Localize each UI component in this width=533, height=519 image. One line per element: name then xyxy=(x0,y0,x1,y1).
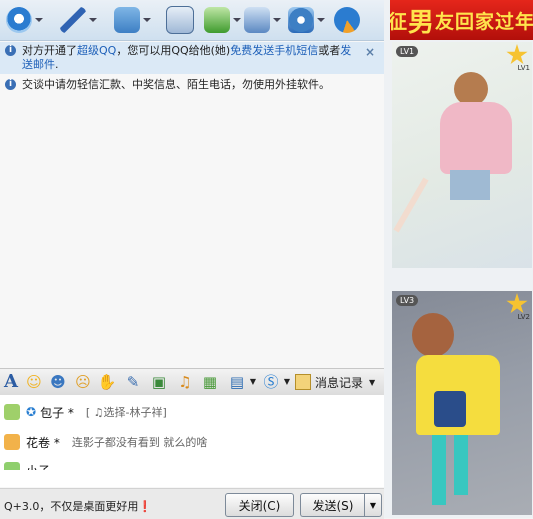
folder-icon xyxy=(114,7,140,33)
message-input[interactable]: ✪ 包子 * [ ♫选择-林子祥] 花卷 * 连影子都没有看到 就么的啥 小子 xyxy=(0,395,384,487)
avatar xyxy=(4,462,20,470)
qplus-tip[interactable]: Q+3.0，不仅是桌面更好用❗ xyxy=(4,498,152,514)
person-figure xyxy=(440,102,512,174)
contact-status: [ ♫选择-林子祥] xyxy=(85,406,167,419)
chevron-down-icon xyxy=(89,18,97,22)
super-qq-link[interactable]: 超级QQ xyxy=(77,44,116,57)
ad-banner[interactable]: 征男友回家过年 xyxy=(390,0,533,40)
chevron-down-icon xyxy=(317,18,325,22)
gift-icon[interactable]: ▦ xyxy=(201,373,219,391)
info-icon: i xyxy=(5,79,16,90)
image-icon[interactable]: ▣ xyxy=(150,373,168,391)
free-sms-link[interactable]: 免费发送手机短信 xyxy=(230,44,318,57)
level-badge: LV3 xyxy=(396,295,419,306)
chat-window: i 对方开通了超级QQ，您可以用QQ给他(她)免费发送手机短信或者发送邮件. ×… xyxy=(0,0,384,519)
video-call-button[interactable] xyxy=(6,6,50,34)
notice-text-e: 或者 xyxy=(318,44,341,57)
contact-info-button[interactable] xyxy=(244,6,288,34)
banner-text-big: 男 xyxy=(408,7,436,38)
level-label: LV2 xyxy=(517,313,530,321)
screenshot-icon[interactable]: ✎ xyxy=(124,373,142,391)
contact-name: 包子 * xyxy=(40,405,74,420)
avatar xyxy=(4,434,20,450)
font-icon[interactable]: A xyxy=(2,371,20,392)
avatar xyxy=(4,404,20,420)
list-item[interactable]: 花卷 * 连影子都没有看到 就么的啥 xyxy=(0,431,225,453)
music-icon[interactable]: ♫ xyxy=(176,373,194,391)
contact-status: 连影子都没有看到 就么的啥 xyxy=(71,436,208,449)
safety-notice: i 交谈中请勿轻信汇款、中奖信息、陌生电话，勿使用外挂软件。 xyxy=(0,76,384,96)
chevron-down-icon xyxy=(143,18,151,22)
ad-photo-2[interactable]: LV3 LV2 xyxy=(392,291,532,515)
magic-emoji-icon[interactable]: ☻ xyxy=(49,373,67,391)
ad-photo-1[interactable]: LV1 LV1 xyxy=(392,42,532,268)
send-file-button[interactable] xyxy=(114,6,158,34)
chevron-down-icon xyxy=(233,18,241,22)
info-icon: i xyxy=(5,45,16,56)
shake-icon[interactable]: ☹ xyxy=(74,373,92,391)
user-card-icon xyxy=(244,7,270,33)
microphone-icon xyxy=(60,7,86,33)
qq-apps-button[interactable] xyxy=(334,6,378,34)
star-icon xyxy=(506,293,528,314)
gear-icon xyxy=(288,7,314,33)
apps-button[interactable] xyxy=(288,6,332,34)
notice-text-c: ，您可以用QQ给他(她) xyxy=(116,44,231,57)
history-icon xyxy=(295,374,311,390)
qq-status-icon: ✪ xyxy=(26,405,37,419)
contact-name: 小子 xyxy=(26,462,50,471)
format-toolbar: A ☺ ☻ ☹ ✋ ✎ ▣ ♫ ▦ ▤ ▼ Ⓢ ▼ 消息记录 ▼ xyxy=(0,368,384,396)
create-group-button[interactable] xyxy=(204,6,248,34)
refresh-arrows-icon xyxy=(334,7,360,33)
list-item[interactable]: ✪ 包子 * [ ♫选择-林子祥] xyxy=(0,401,225,423)
notice-text: 对方开通了超级QQ，您可以用QQ给他(她)免费发送手机短信或者发送邮件. xyxy=(22,44,362,72)
star-icon xyxy=(506,44,528,65)
voice-call-button[interactable] xyxy=(60,6,104,34)
contact-name: 花卷 * xyxy=(26,435,60,450)
banner-text-a: 征 xyxy=(390,10,408,33)
person-figure xyxy=(434,391,466,427)
add-group-icon xyxy=(204,7,230,33)
level-label: LV1 xyxy=(517,64,530,72)
emoji-icon[interactable]: ☺ xyxy=(25,373,43,391)
message-history-button[interactable]: 消息记录 ▼ xyxy=(295,372,375,392)
notice-text-g: . xyxy=(55,58,59,71)
close-button[interactable]: 关闭(C) xyxy=(225,493,294,517)
contact-suggestions: ✪ 包子 * [ ♫选择-林子祥] 花卷 * 连影子都没有看到 就么的啥 小子 xyxy=(0,395,225,470)
banner-text-b: 友回家过年 xyxy=(435,10,533,33)
person-figure xyxy=(412,313,454,357)
bottom-bar: Q+3.0，不仅是桌面更好用❗ 关闭(C) 发送(S) ▼ xyxy=(0,488,384,519)
message-area[interactable] xyxy=(0,96,384,366)
send-options-button[interactable]: ▼ xyxy=(364,493,382,517)
chevron-down-icon xyxy=(35,18,43,22)
chevron-down-icon: ▼ xyxy=(369,377,376,387)
send-button[interactable]: 发送(S) xyxy=(300,493,365,517)
chevron-down-icon xyxy=(273,18,281,22)
mail-icon xyxy=(166,6,194,34)
webcam-icon xyxy=(6,7,32,33)
super-qq-notice: i 对方开通了超级QQ，您可以用QQ给他(她)免费发送手机短信或者发送邮件. × xyxy=(0,42,384,74)
chat-toolbar xyxy=(0,0,384,41)
notice-text-a: 对方开通了 xyxy=(22,44,77,57)
list-item[interactable]: 小子 xyxy=(0,459,225,470)
history-label: 消息记录 xyxy=(315,375,364,390)
level-badge: LV1 xyxy=(396,46,419,57)
person-figure xyxy=(454,435,468,495)
safety-notice-text: 交谈中请勿轻信汇款、中奖信息、陌生电话，勿使用外挂软件。 xyxy=(22,78,330,91)
chevron-down-icon[interactable]: ▼ xyxy=(244,373,262,390)
voice-message-icon[interactable]: ✋ xyxy=(98,373,117,391)
close-notice-icon[interactable]: × xyxy=(365,45,375,59)
person-figure xyxy=(432,435,446,505)
person-figure xyxy=(454,72,488,106)
chevron-down-icon[interactable]: ▼ xyxy=(278,373,296,390)
